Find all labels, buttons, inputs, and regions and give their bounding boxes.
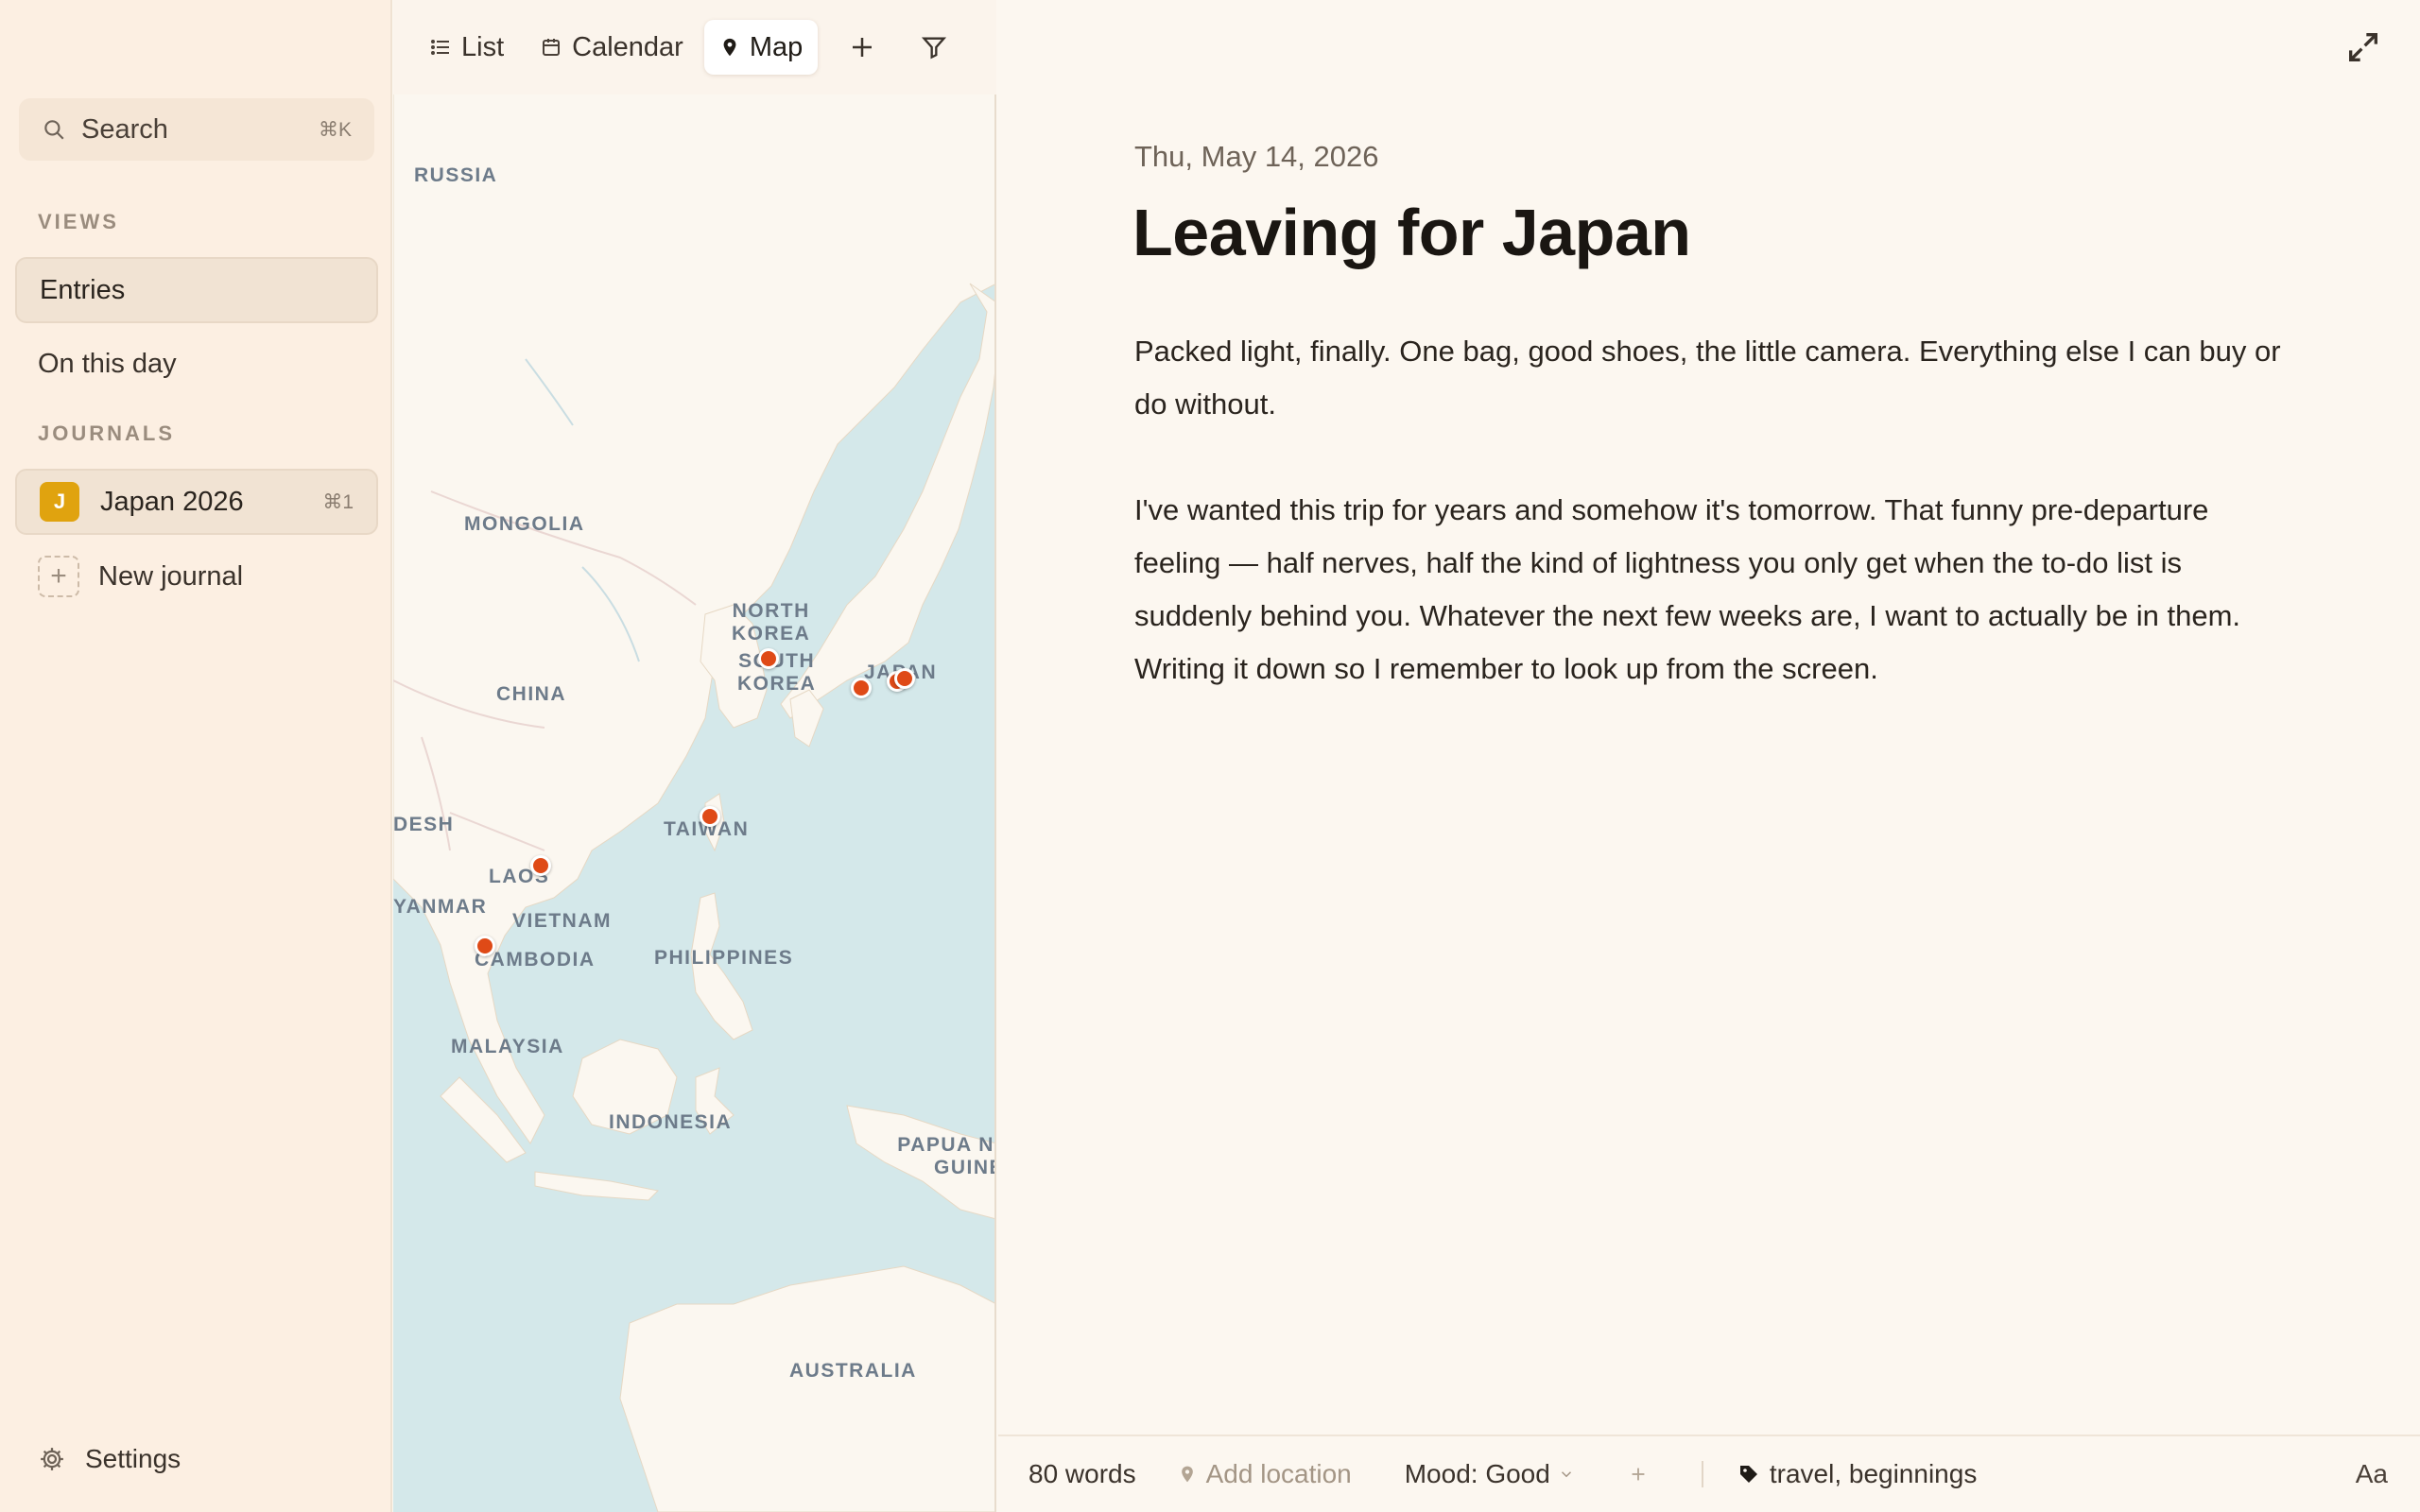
location-pin-icon [1181,1466,1193,1483]
tags-label: travel, beginnings [1769,1459,1978,1488]
word-count: 80 words [1028,1459,1136,1488]
land-java [534,1171,660,1201]
sidebar-item-japan-2026[interactable]: J Japan 2026 ⌘1 [15,469,378,535]
map-canvas[interactable] [393,0,996,1512]
tab-map[interactable]: Map [703,20,819,75]
mood-selector[interactable]: Mood: Good [1405,1459,1575,1489]
search-label: Search [81,113,168,145]
calendar-icon [543,39,561,56]
sidebar: Search ⌘K VIEWS Entries On this day JOUR… [0,0,392,1512]
gear-icon [41,1448,63,1470]
map-label-bangladesh: DESH [393,814,455,835]
add-field-button[interactable] [1628,1464,1649,1485]
search-input[interactable]: Search ⌘K [19,98,374,161]
map-label-vietnam: VIETNAM [512,910,612,932]
new-journal-button[interactable]: + New journal [38,556,243,597]
filter-button[interactable] [907,20,961,75]
add-location-label: Add location [1205,1459,1352,1488]
map-label-myanmar: YANMAR [393,896,488,918]
new-journal-label: New journal [98,560,244,592]
map-label-north-korea: NORTH KOREA [732,600,811,644]
map-label-papua-new-guinea: PAPUA NEGUINEA [897,1134,994,1178]
tab-list[interactable]: List [414,20,519,75]
map-pin-taipei[interactable] [700,806,720,827]
view-toolbar: List Calendar Map [393,0,996,94]
expand-icon [2349,33,2377,61]
footer-divider [1701,1461,1703,1487]
map-pin-yokohama[interactable] [894,668,915,689]
tags-field[interactable]: travel, beginnings [1737,1459,1977,1489]
journal-badge: J [40,482,79,522]
journal-shortcut: ⌘1 [322,490,354,513]
map-label-mongolia: MONGOLIA [464,513,585,535]
plus-icon [1632,1468,1645,1481]
expand-button[interactable] [2344,28,2382,66]
entry-date: Thu, May 14, 2026 [1134,140,1379,173]
map-label-russia: RUSSIA [414,164,498,186]
map-view[interactable]: RUSSIA MONGOLIA CHINA NORTHKOREA SOUTHKO… [393,0,996,1512]
sidebar-item-label: On this day [38,348,177,379]
map-pin-seoul[interactable] [758,648,779,669]
sidebar-item-label: Entries [40,274,126,305]
map-label-australia: AUSTRALIA [789,1360,917,1382]
entry-title[interactable]: Leaving for Japan [1132,195,1691,270]
tab-label: List [461,31,505,62]
search-icon [44,120,64,140]
journals-heading: JOURNALS [38,421,176,445]
map-label-philippines: PHILIPPINES [654,947,794,969]
entry-paragraph: Packed light, finally. One bag, good sho… [1134,335,2281,421]
list-icon [431,40,449,55]
entry-body[interactable]: Packed light, finally. One bag, good sho… [1134,325,2297,748]
add-location-button[interactable]: Add location [1178,1459,1352,1489]
tab-label: Calendar [572,31,683,62]
entry-editor: Thu, May 14, 2026 Leaving for Japan Pack… [998,0,2420,1512]
search-shortcut: ⌘K [318,118,352,141]
map-label-china: CHINA [496,683,566,705]
map-pin-icon [723,38,736,57]
land-australia [619,1265,994,1512]
tab-label: Map [749,31,804,62]
tag-icon [1739,1466,1757,1483]
map-label-malaysia: MALAYSIA [451,1036,564,1057]
plus-icon: + [38,556,79,597]
map-pin-bangkok[interactable] [475,936,495,956]
entry-paragraph: I've wanted this trip for years and some… [1134,493,2241,685]
filter-icon [922,37,947,60]
settings-button[interactable]: Settings [38,1444,181,1474]
plus-icon [853,38,873,57]
map-label-indonesia: INDONESIA [609,1111,733,1133]
settings-label: Settings [85,1444,182,1473]
tab-calendar[interactable]: Calendar [525,20,699,75]
chevron-down-icon [1561,1471,1571,1478]
mood-label: Mood: Good [1404,1459,1550,1488]
map-pin-osaka[interactable] [851,678,872,698]
sidebar-item-entries[interactable]: Entries [15,257,378,323]
views-heading: VIEWS [38,210,119,233]
add-entry-button[interactable] [835,20,890,75]
font-toggle-button[interactable]: Aa [2356,1459,2388,1489]
entry-footer: 80 words Add location Mood: Good travel,… [998,1435,2420,1512]
map-pin-hanoi[interactable] [530,855,551,876]
sidebar-item-on-this-day[interactable]: On this day [15,331,378,397]
journal-name: Japan 2026 [100,486,244,517]
